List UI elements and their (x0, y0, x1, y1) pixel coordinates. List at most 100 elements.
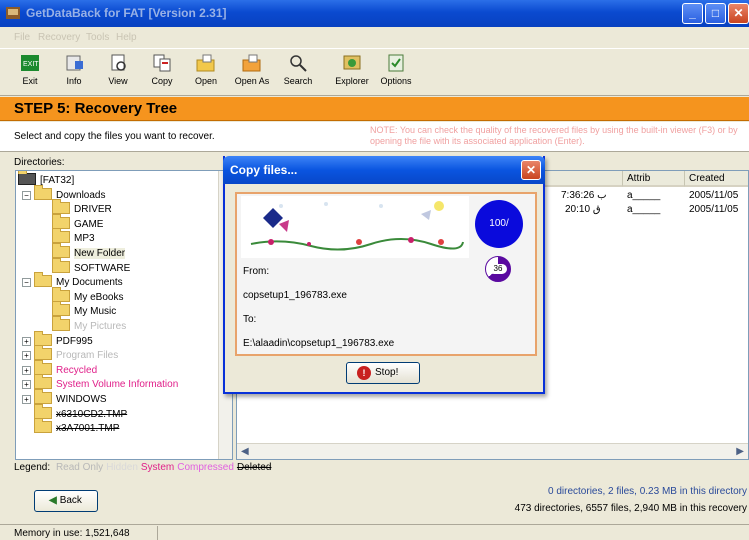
svg-text:EXIT: EXIT (23, 61, 39, 68)
tree-item[interactable]: − Downloads (22, 184, 106, 202)
collapse-icon[interactable]: − (22, 190, 31, 200)
legend-label: Legend: (14, 462, 51, 473)
scroll-left-icon[interactable]: ◀ (241, 446, 249, 457)
folder-icon (34, 389, 52, 404)
legend-item: Compressed (177, 462, 234, 473)
tree-item-label: Recycled (56, 364, 98, 376)
tree-item[interactable]: SOFTWARE (40, 257, 130, 275)
expand-icon[interactable]: + (22, 365, 31, 375)
tree-item-label: System Volume Information (56, 379, 179, 391)
back-arrow-icon: ◀ (49, 495, 57, 506)
menu-bar: File Recovery Tools Help (0, 30, 749, 47)
stop-button[interactable]: ! Stop! (346, 362, 420, 384)
overall-progress-indicator: 100/ (475, 200, 523, 248)
options-button[interactable]: Options (374, 51, 418, 95)
tree-item-label: GAME (74, 218, 104, 230)
step-banner: STEP 5: Recovery Tree (0, 97, 749, 121)
expand-icon[interactable]: + (22, 395, 31, 404)
window-titlebar[interactable]: GetDataBack for FAT [Version 2.31] _ □ ✕ (0, 0, 749, 27)
folder-icon (34, 330, 52, 346)
tree-item[interactable]: − My Documents (22, 272, 123, 289)
tree-item-label: x3A7001.TMP (56, 423, 120, 435)
column-header-attrib[interactable]: Attrib (623, 171, 685, 187)
folder-icon (34, 345, 52, 361)
tree-item-label: Program Files (56, 350, 119, 362)
maximize-button[interactable]: □ (705, 3, 726, 24)
folder-icon (52, 243, 70, 258)
explorer-button[interactable]: Explorer (330, 51, 374, 95)
expand-icon[interactable]: + (22, 351, 31, 361)
to-path: E:\alaadin\copsetup1_196783.exe (243, 338, 395, 349)
tree-item-label: DRIVER (74, 204, 112, 216)
tree-item-label: x6310CD2.TMP (56, 408, 128, 420)
options-icon (385, 53, 407, 73)
search-icon (287, 53, 309, 73)
folder-icon (34, 272, 52, 288)
instruction-text: Select and copy the files you want to re… (14, 131, 215, 142)
menu-file[interactable]: File (14, 32, 30, 43)
file-row-2-attrib[interactable]: a_____ (627, 204, 660, 215)
view-icon (107, 53, 129, 73)
file-progress-pie: 36 (485, 256, 511, 282)
menu-recovery[interactable]: Recovery (38, 32, 80, 43)
copy-files-dialog[interactable]: Copy files... ✕ 100/ 36 From: copsetup1_… (223, 156, 545, 394)
column-header-created[interactable]: Created (685, 171, 748, 187)
legend-item: Hidden (106, 462, 138, 473)
file-row-2-modified[interactable]: 20:10 ق (565, 204, 601, 215)
folder-icon (52, 301, 70, 317)
status-separator (157, 526, 158, 540)
tree-item-label: My Documents (56, 277, 123, 289)
copy-button[interactable]: Copy (140, 51, 184, 95)
tree-item[interactable]: MP3 (40, 228, 95, 245)
view-button[interactable]: View (96, 51, 140, 95)
expand-icon[interactable]: + (22, 336, 31, 346)
legend: Legend: Read Only Hidden System Compressed D… (14, 462, 277, 473)
directory-tree[interactable]: [FAT32] − Downloads DRIVER GAME MP3 New Folder… (15, 170, 233, 460)
to-label: To: (243, 314, 257, 325)
tree-item-label: My Pictures (74, 321, 127, 332)
toolbar: EXIT Exit Info View Copy Open Open As Se… (0, 48, 749, 96)
scroll-right-icon[interactable]: ▶ (736, 446, 744, 457)
horizontal-scrollbar[interactable]: ◀ ▶ (237, 443, 748, 459)
dialog-close-button[interactable]: ✕ (521, 160, 541, 180)
tree-item[interactable]: GAME (40, 213, 104, 231)
status-bar: Memory in use: 1,521,648 (0, 524, 749, 540)
tree-item-label: Downloads (56, 189, 106, 201)
open-as-icon (241, 53, 263, 73)
tree-item-label: MP3 (74, 233, 95, 245)
close-button[interactable]: ✕ (728, 3, 749, 24)
tree-item-label: WINDOWS (56, 394, 107, 405)
dialog-titlebar[interactable]: Copy files... ✕ (223, 156, 545, 184)
folder-icon (52, 316, 70, 331)
file-row-2-created[interactable]: 2005/11/05 (689, 204, 738, 215)
copy-animation-icon (241, 196, 469, 258)
stop-button-label: Stop! (375, 367, 399, 378)
back-button[interactable]: ◀ Back (34, 490, 98, 512)
minimize-button[interactable]: _ (682, 3, 703, 24)
open-button[interactable]: Open (184, 51, 228, 95)
tree-item[interactable]: DRIVER (40, 199, 112, 216)
file-row-1-created[interactable]: 2005/11/05 (689, 190, 738, 201)
legend-item: Deleted (236, 462, 272, 473)
tree-item[interactable]: My Pictures (40, 316, 127, 333)
folder-icon (52, 213, 70, 229)
menu-help[interactable]: Help (116, 32, 137, 43)
exit-button[interactable]: EXIT Exit (8, 51, 52, 95)
tree-item[interactable]: + System Volume Information (22, 374, 179, 391)
search-button[interactable]: Search (276, 51, 320, 95)
tree-item-label: New Folder (74, 248, 126, 259)
expand-icon[interactable]: + (22, 380, 31, 390)
collapse-icon[interactable]: − (22, 278, 31, 288)
file-row-1-attrib[interactable]: a_____ (627, 190, 660, 201)
step-title: STEP 5: Recovery Tree (14, 100, 178, 117)
menu-tools[interactable]: Tools (86, 32, 109, 43)
file-row-1-modified[interactable]: 7:36:26 ب (561, 190, 607, 201)
from-label: From: (243, 266, 270, 277)
tree-item[interactable]: [FAT32] (18, 171, 74, 187)
open-icon (195, 53, 217, 73)
tree-item[interactable]: x3A7001.TMP (22, 418, 120, 435)
open-as-button[interactable]: Open As (228, 51, 276, 95)
window-title: GetDataBack for FAT [Version 2.31] (26, 6, 227, 20)
info-button[interactable]: Info (52, 51, 96, 95)
tree-item[interactable]: + PDF995 (22, 330, 93, 348)
